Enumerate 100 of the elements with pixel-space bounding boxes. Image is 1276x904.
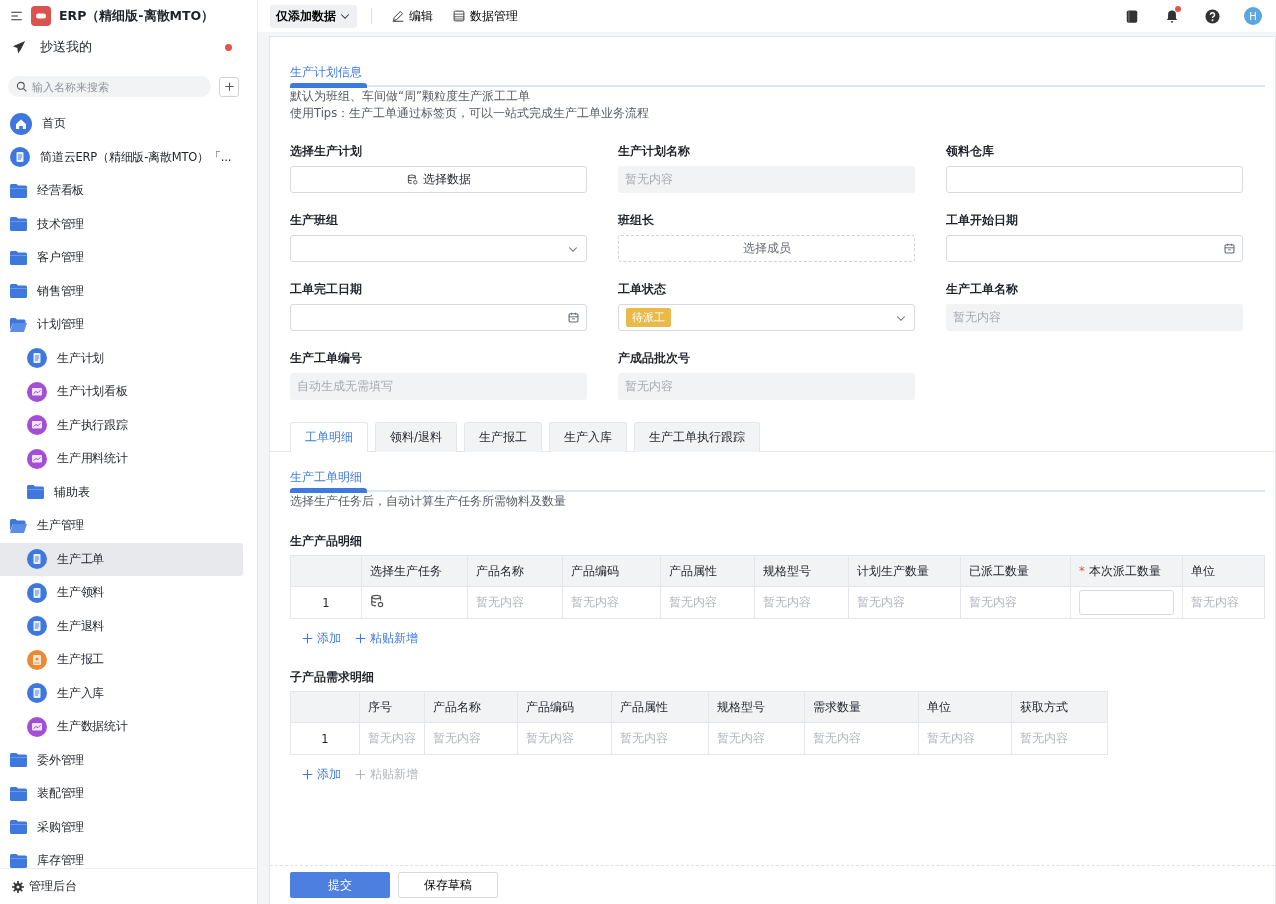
column-header: 产品名称 [467,555,563,587]
sidebar-item[interactable]: 生产数据统计 [0,710,243,744]
quantity-input[interactable] [1079,590,1174,615]
column-header: 规格型号 [708,691,805,723]
sidebar-item[interactable]: 简道云ERP（精细版-离散MTO）「... [0,140,243,174]
readonly-field: 暂无内容 [618,373,915,400]
column-header: 已派工数量 [960,555,1071,587]
column-header: 获取方式 [1011,691,1108,723]
database-icon [406,174,418,185]
section-description: 使用Tips：生产工单通过标签页，可以一站式完成生产工单业务流程 [290,105,651,122]
table-cell: 暂无内容 [754,586,849,619]
tab[interactable]: 领料/退料 [375,422,457,452]
edit-button[interactable]: 编辑 [386,7,439,25]
search-field[interactable]: 输入名称来搜索 [8,76,211,97]
data-management-button[interactable]: 数据管理 [447,7,524,25]
bell-icon [1165,8,1179,24]
column-header: * 本次派工数量 [1070,555,1183,587]
table-cell: 暂无内容 [960,586,1071,619]
add-row-button[interactable]: 添加 [302,631,341,646]
tab[interactable]: 生产入库 [548,422,627,452]
chart-icon [27,381,47,402]
add-button[interactable] [219,76,239,97]
column-header: 需求数量 [804,691,919,723]
sidebar-item[interactable]: 客户管理 [0,241,243,275]
sidebar-item[interactable]: 生产执行跟踪 [0,408,243,442]
table-cell: 暂无内容 [562,586,661,619]
field-label: 生产计划名称 [618,143,691,160]
open-folder-icon [10,317,27,332]
chart-icon [27,448,47,469]
table-cell: 暂无内容 [611,722,709,755]
column-header: 选择生产任务 [361,555,468,587]
sidebar-item[interactable]: 生产退料 [0,609,243,643]
menu-icon [10,10,23,22]
select-data-button[interactable]: 选择数据 [290,166,587,193]
column-header: 序号 [359,691,425,723]
column-header: 产品编码 [517,691,612,723]
sidebar-item[interactable]: 采购管理 [0,810,243,844]
sidebar-item[interactable]: 生产管理 [0,509,243,543]
column-header: 产品属性 [611,691,709,723]
sidebar-item[interactable]: 生产用料统计 [0,442,243,476]
field-label: 工单完工日期 [290,281,363,298]
sidebar-item[interactable]: 装配管理 [0,777,243,811]
sidebar-item[interactable]: 生产领料 [0,576,243,610]
sidebar-item[interactable]: 生产入库 [0,676,243,710]
folder-icon [10,820,27,835]
admin-link[interactable]: 管理后台 [0,868,257,904]
input-field[interactable] [946,166,1243,193]
field-label: 班组长 [618,212,655,229]
column-header: 规格型号 [754,555,849,587]
sidebar-item[interactable]: 销售管理 [0,274,243,308]
tab[interactable]: 工单明细 [290,422,368,452]
date-field[interactable] [946,235,1243,262]
select-field[interactable] [290,235,587,262]
plus-icon [355,633,366,644]
readonly-field: 自动生成无需填写 [290,373,587,400]
sidebar-item[interactable]: 辅助表 [0,475,243,509]
folder-icon [10,853,27,868]
folder-icon [10,183,27,198]
row-number: 1 [290,722,360,755]
readonly-field: 暂无内容 [946,304,1243,331]
table-cell: 暂无内容 [918,722,1012,755]
section-description: 默认为班组、车间做“周”颗粒度生产派工工单 [290,88,531,105]
folder-icon [10,284,27,299]
sidebar-item[interactable]: 首页 [0,107,243,141]
sidebar-item[interactable]: 技术管理 [0,207,243,241]
document-icon [10,147,30,168]
paste-add-button[interactable]: 粘贴新增 [355,631,418,646]
field-label: 生产班组 [290,212,339,229]
sidebar-item[interactable]: 委外管理 [0,743,243,777]
tab[interactable]: 生产报工 [463,422,542,452]
section-title: 生产计划信息 [290,65,363,81]
add-row-button[interactable]: 添加 [302,767,341,782]
table-cell: 暂无内容 [708,722,805,755]
sidebar-item[interactable]: 生产工单 [0,542,243,576]
send-icon [12,40,26,54]
folder-icon [27,485,44,500]
tab[interactable]: 生产工单执行跟踪 [633,422,760,452]
section-description: 选择生产任务后，自动计算生产任务所需物料及数量 [290,493,567,510]
table-cell: 暂无内容 [467,586,563,619]
folder-icon [10,786,27,801]
chart-icon [27,415,47,436]
folder-icon [10,250,27,265]
sidebar-item[interactable]: 生产报工 [0,643,243,677]
cc-me-item[interactable]: 抄送我的 [0,32,257,62]
sidebar-item[interactable]: 生产计划 [0,341,243,375]
sidebar-item[interactable]: 经营看板 [0,174,243,208]
column-header: 产品属性 [660,555,755,587]
table-cell: 暂无内容 [848,586,961,619]
sidebar-item[interactable]: 库存管理 [0,844,243,868]
mode-dropdown[interactable]: 仅添加数据 [270,4,357,28]
save-draft-button[interactable]: 保存草稿 [398,872,498,898]
database-icon [370,594,384,608]
folder-icon [10,217,27,232]
sidebar-item[interactable]: 生产计划看板 [0,375,243,409]
submit-button[interactable]: 提交 [290,872,390,898]
pencil-icon [392,10,404,22]
document-icon [27,683,47,704]
member-picker[interactable]: 选择成员 [618,235,915,262]
sidebar-item[interactable]: 计划管理 [0,308,243,342]
date-field[interactable] [290,304,587,331]
